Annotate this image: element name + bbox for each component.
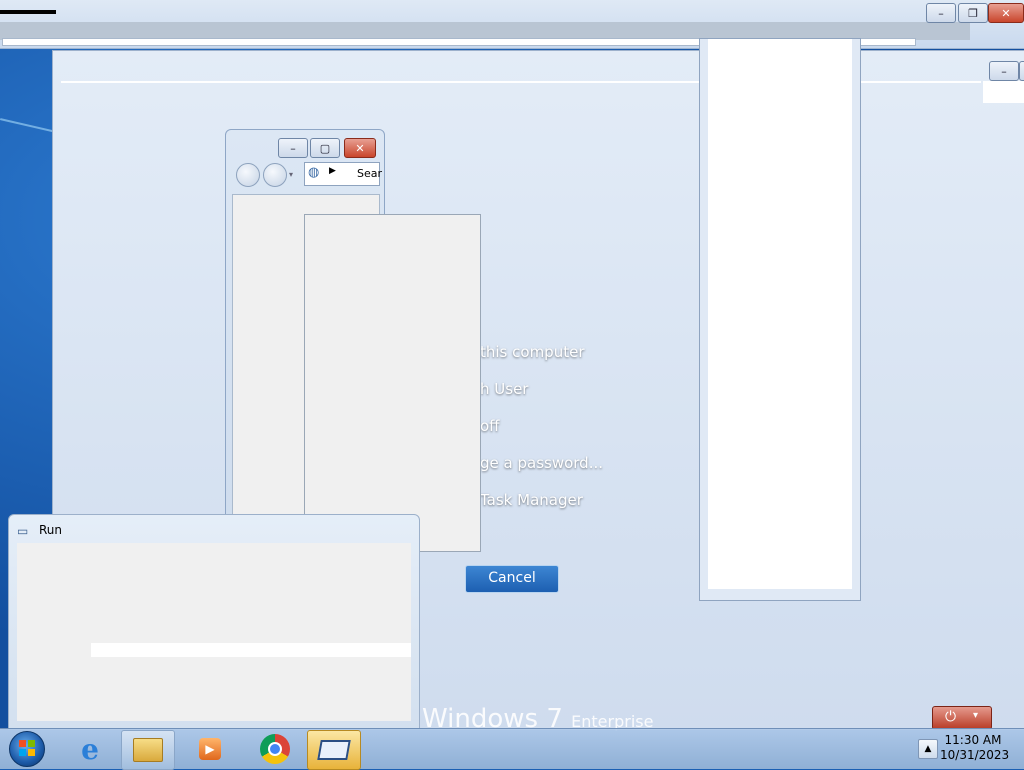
taskbar: e ▶ ▲ bbox=[0, 728, 1024, 770]
run-icon bbox=[317, 740, 351, 760]
cancel-button[interactable]: Cancel bbox=[465, 565, 559, 593]
search-label: Sear bbox=[357, 167, 383, 180]
windows-logo-icon bbox=[9, 731, 45, 767]
power-button[interactable]: ⏻ ▾ bbox=[932, 706, 992, 730]
chevron-right-icon: ▶ bbox=[329, 166, 336, 176]
address-bar[interactable]: ◍ ▶ Sear bbox=[304, 162, 383, 186]
show-hidden-icons-button[interactable]: ▲ bbox=[918, 739, 938, 759]
folder-icon bbox=[133, 738, 163, 762]
top-window: – ❐ ✕ bbox=[0, 0, 1024, 49]
close-button[interactable]: ✕ bbox=[344, 138, 376, 158]
taskbar-explorer[interactable] bbox=[121, 730, 175, 770]
taskbar-run[interactable] bbox=[307, 730, 361, 770]
media-player-icon: ▶ bbox=[199, 738, 221, 760]
clock-time: 11:30 AM bbox=[944, 733, 1002, 747]
system-clock[interactable]: 11:30 AM 10/31/2023 bbox=[940, 733, 1010, 763]
run-icon: ▭ bbox=[17, 524, 29, 538]
side-panel-content[interactable] bbox=[708, 39, 852, 589]
internet-explorer-icon: e bbox=[81, 732, 99, 766]
taskbar-media-player[interactable]: ▶ bbox=[184, 730, 236, 768]
close-button[interactable]: ✕ bbox=[988, 3, 1024, 23]
minimize-button[interactable]: – bbox=[989, 61, 1019, 81]
context-popup[interactable] bbox=[304, 214, 481, 552]
run-content bbox=[17, 543, 411, 721]
taskbar-ie[interactable]: e bbox=[64, 730, 116, 768]
title-fragment bbox=[0, 10, 56, 14]
minimize-button[interactable]: – bbox=[278, 138, 308, 158]
power-icon: ⏻ bbox=[945, 709, 957, 725]
maximize-button[interactable] bbox=[1019, 61, 1024, 81]
side-panel bbox=[699, 38, 861, 601]
forward-button[interactable] bbox=[263, 163, 287, 187]
minimize-button[interactable]: – bbox=[926, 3, 956, 23]
chevron-up-icon: ▲ bbox=[924, 744, 932, 754]
option-switch-user[interactable]: h User bbox=[480, 380, 528, 398]
option-task-manager[interactable]: Task Manager bbox=[480, 491, 583, 509]
option-change-password[interactable]: ge a password... bbox=[480, 454, 603, 472]
chevron-down-icon: ▾ bbox=[973, 710, 979, 721]
chrome-icon bbox=[260, 734, 290, 764]
run-input[interactable] bbox=[91, 643, 411, 657]
option-log-off[interactable]: off bbox=[480, 417, 500, 435]
option-lock-computer[interactable]: this computer bbox=[480, 343, 584, 361]
run-dialog: ▭ Run bbox=[8, 514, 420, 730]
clock-date: 10/31/2023 bbox=[940, 748, 1010, 762]
back-button[interactable] bbox=[236, 163, 260, 187]
globe-icon: ◍ bbox=[308, 165, 320, 180]
taskbar-chrome[interactable] bbox=[249, 730, 301, 768]
window-edge bbox=[983, 81, 1024, 103]
start-button[interactable] bbox=[2, 730, 52, 768]
maximize-button[interactable]: ▢ bbox=[310, 138, 340, 158]
chevron-down-icon[interactable]: ▾ bbox=[289, 170, 293, 179]
restore-button[interactable]: ❐ bbox=[958, 3, 988, 23]
run-title: Run bbox=[39, 523, 63, 537]
